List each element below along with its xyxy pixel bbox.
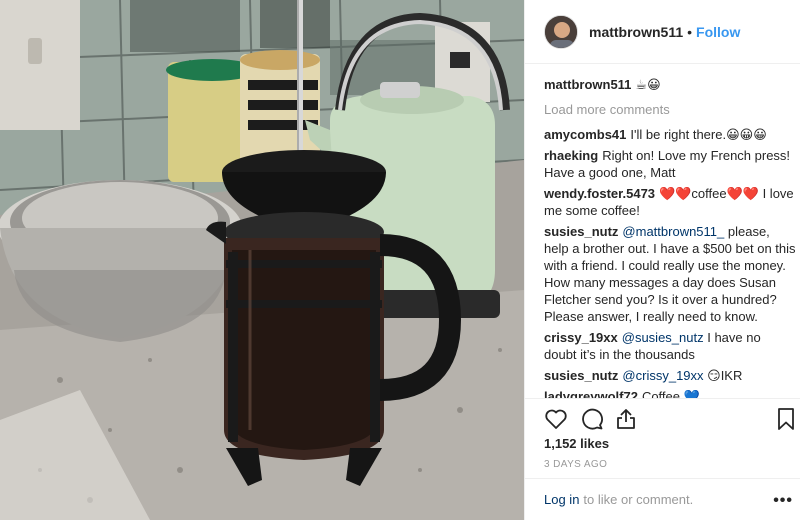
more-options-button[interactable]: ••• <box>773 492 793 510</box>
comment-mention[interactable]: @susies_nutz <box>622 330 704 345</box>
comment-text: 😏IKR <box>703 368 743 383</box>
comment-item: amycombs41 I'll be right there.😀😀😀 <box>544 126 796 143</box>
heart-icon[interactable] <box>544 407 568 431</box>
comment-username[interactable]: crissy_19xx <box>544 330 618 345</box>
post-timestamp[interactable]: 3 DAYS AGO <box>544 459 607 470</box>
bookmark-icon[interactable] <box>774 407 798 431</box>
share-icon[interactable] <box>614 407 638 431</box>
comment-username[interactable]: ladygreywolf72 <box>544 389 638 398</box>
comments-list[interactable]: mattbrown511 ☕😀 Load more comments amycom… <box>544 70 796 398</box>
comment-item: wendy.foster.5473 ❤️❤️coffee❤️❤️ I love m… <box>544 185 796 219</box>
login-prompt: Log in to like or comment. ••• <box>525 478 800 520</box>
action-icons <box>544 407 800 433</box>
avatar[interactable] <box>544 14 578 49</box>
comment-text: please, help a brother out. I have a $50… <box>544 224 796 324</box>
comment-container: amycombs41 I'll be right there.😀😀😀 rhaekin… <box>544 126 796 398</box>
comment-mention[interactable]: @mattbrown511_ <box>622 224 724 239</box>
load-more-comments-button[interactable]: Load more comments <box>544 101 796 118</box>
comment-username[interactable]: amycombs41 <box>544 127 626 142</box>
follow-button[interactable]: Follow <box>696 24 740 40</box>
comment-text: Coffee 💙 <box>641 389 700 398</box>
comment-item: rhaeking Right on! Love my French press! … <box>544 147 796 181</box>
comment-item: ladygreywolf72 Coffee 💙 <box>544 388 796 398</box>
comment-mention[interactable]: @crissy_19xx <box>622 368 703 383</box>
french-press-photo <box>0 0 524 520</box>
comment-bubble-icon[interactable] <box>580 407 604 431</box>
login-prompt-text: to like or comment. <box>583 492 694 507</box>
comment-username[interactable]: susies_nutz <box>544 368 618 383</box>
post-photo[interactable] <box>0 0 524 520</box>
avatar-image <box>545 15 577 48</box>
comment-text: I'll be right there.😀😀😀 <box>630 127 767 142</box>
separator-dot: • <box>687 23 693 40</box>
caption-text: ☕😀 <box>635 77 661 92</box>
caption-username[interactable]: mattbrown511 <box>544 77 631 92</box>
likes-count[interactable]: 1,152 likes <box>544 436 609 451</box>
login-link[interactable]: Log in <box>544 492 579 507</box>
comment-username[interactable]: wendy.foster.5473 <box>544 186 655 201</box>
comment-item: susies_nutz @mattbrown511_ please, help a… <box>544 223 796 325</box>
comment-item: susies_nutz @crissy_19xx 😏IKR <box>544 367 796 384</box>
post-header: mattbrown511 • Follow <box>525 0 800 64</box>
author-username[interactable]: mattbrown511 <box>589 24 683 40</box>
comment-item: crissy_19xx @susies_nutz I have no doubt … <box>544 329 796 363</box>
comment-username[interactable]: rhaeking <box>544 148 598 163</box>
post-caption: mattbrown511 ☕😀 <box>544 76 796 93</box>
post-sidebar: mattbrown511 • Follow mattbrown511 ☕😀 Loa… <box>524 0 800 520</box>
comment-username[interactable]: susies_nutz <box>544 224 618 239</box>
